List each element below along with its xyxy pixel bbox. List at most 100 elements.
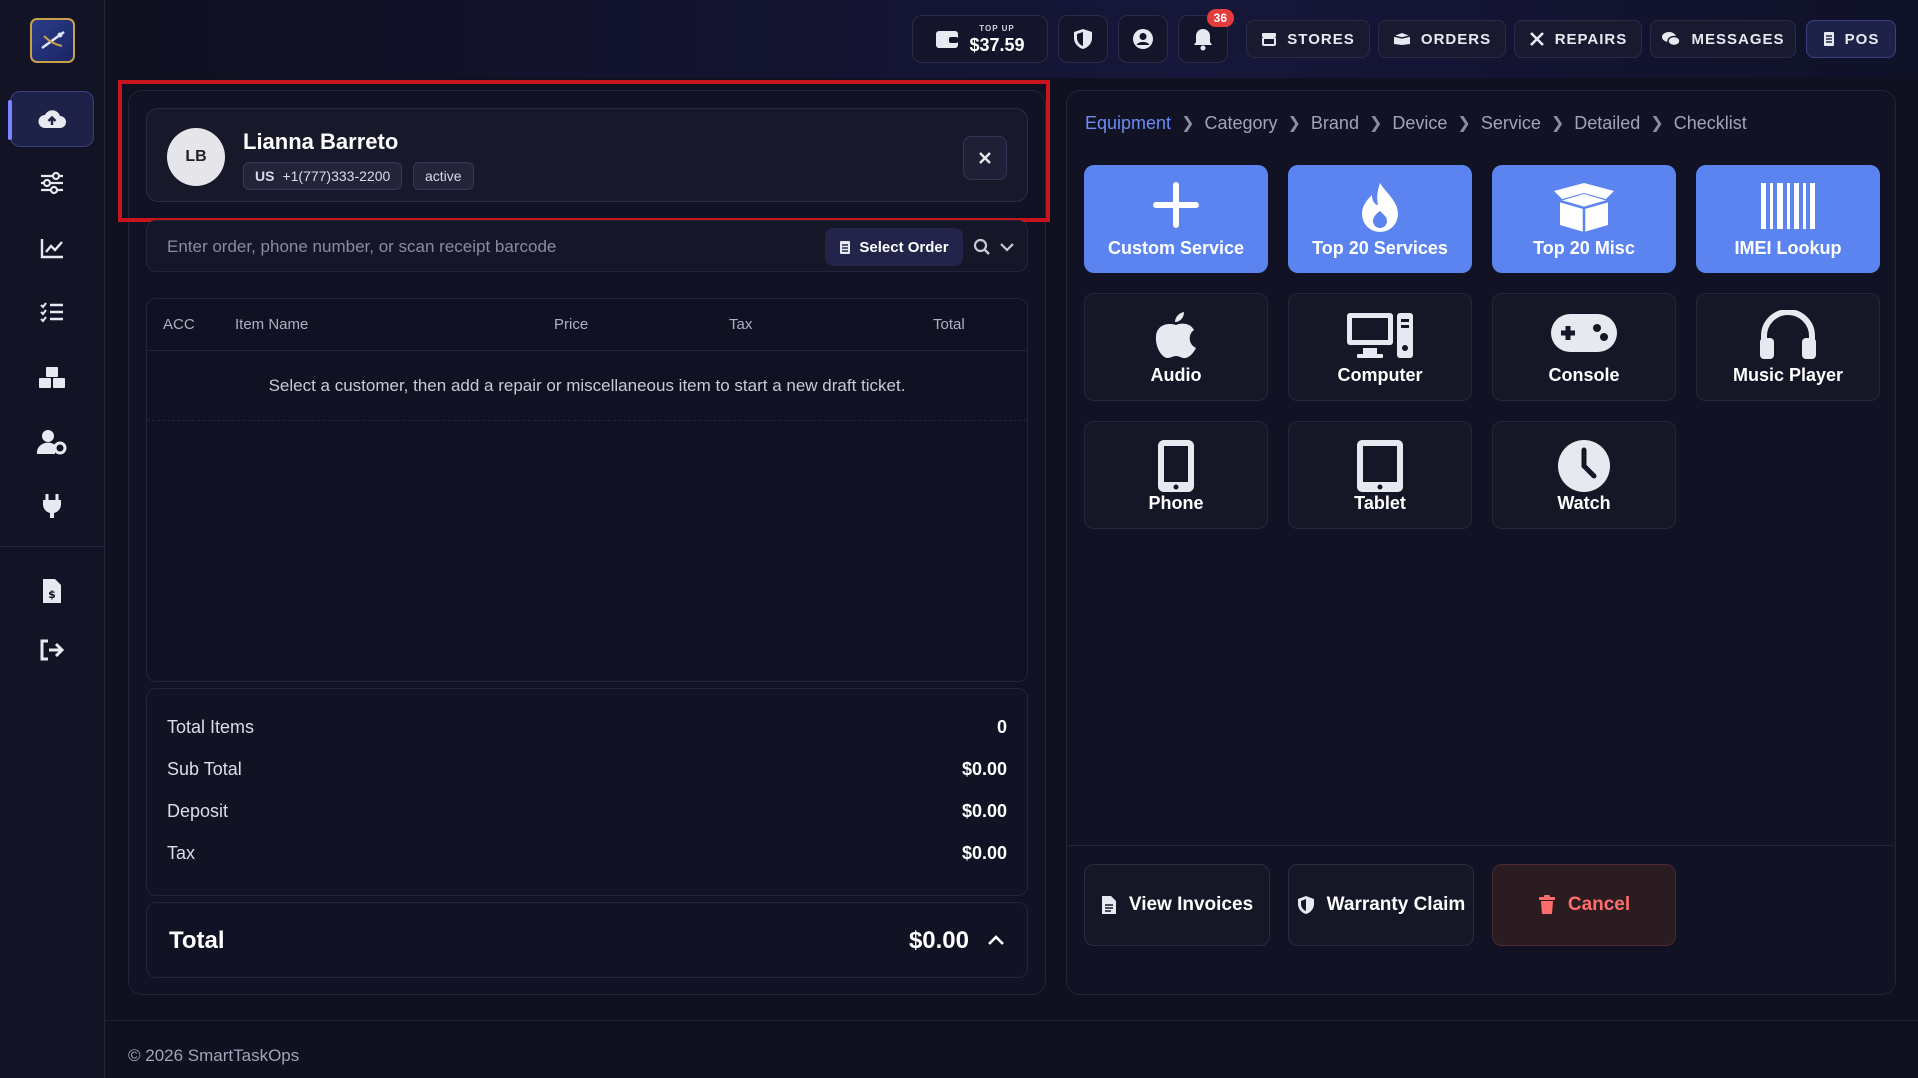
plug-icon xyxy=(43,494,61,518)
column-item-name: Item Name xyxy=(235,316,309,333)
sliders-icon xyxy=(41,171,63,195)
cancel-label: Cancel xyxy=(1567,894,1631,915)
breadcrumb: Equipment ❯ Category ❯ Brand ❯ Device ❯ … xyxy=(1085,110,1747,136)
cloud-upload-icon xyxy=(38,110,66,128)
chevron-up-icon[interactable] xyxy=(987,933,1005,947)
select-order-button[interactable]: Select Order xyxy=(825,228,963,266)
nav-pos-label: POS xyxy=(1844,30,1880,48)
chevron-right-icon: ❯ xyxy=(1287,115,1301,132)
messages-icon xyxy=(1662,32,1682,47)
store-icon xyxy=(1262,33,1277,46)
table-header: ACC Item Name Price Tax Total xyxy=(147,299,1027,351)
tile-label: Custom Service xyxy=(1107,238,1245,258)
chevron-right-icon: ❯ xyxy=(1550,115,1565,132)
tile-top-20-misc[interactable]: Top 20 Misc xyxy=(1492,165,1676,273)
tile-top-20-services[interactable]: Top 20 Services xyxy=(1288,165,1472,273)
sidebar: $ xyxy=(0,0,105,1078)
crumb-equipment[interactable]: Equipment xyxy=(1085,113,1171,134)
tile-imei-lookup[interactable]: IMEI Lookup xyxy=(1696,165,1880,273)
select-order-label: Select Order xyxy=(859,238,949,256)
sidebar-item-inventory[interactable] xyxy=(10,349,94,405)
tile-label: IMEI Lookup xyxy=(1734,238,1842,258)
column-tax: Tax xyxy=(729,316,753,333)
sidebar-item-analytics[interactable] xyxy=(10,220,94,276)
view-invoices-button[interactable]: View Invoices xyxy=(1084,864,1270,946)
sidebar-item-upload[interactable] xyxy=(8,91,94,147)
total-items-value: 0 xyxy=(996,717,1007,737)
tile-label: Top 20 Services xyxy=(1312,238,1448,258)
crumb-checklist[interactable]: Checklist xyxy=(1674,113,1747,134)
nav-orders[interactable]: ORDERS xyxy=(1378,20,1506,58)
receipt-icon xyxy=(840,240,851,254)
column-total: Total xyxy=(933,316,965,333)
tax-value: $0.00 xyxy=(961,843,1007,863)
tile-tablet[interactable]: Tablet xyxy=(1288,421,1472,529)
view-invoices-label: View Invoices xyxy=(1128,894,1254,915)
wallet-icon xyxy=(936,31,959,48)
document-icon xyxy=(1101,896,1116,914)
nav-pos[interactable]: POS xyxy=(1806,20,1896,58)
tile-custom-service[interactable]: Custom Service xyxy=(1084,165,1268,273)
tile-audio[interactable]: Audio xyxy=(1084,293,1268,401)
tile-label: Phone xyxy=(1148,493,1204,513)
nav-stores-label: STORES xyxy=(1287,30,1355,48)
order-search-bar: Select Order xyxy=(146,220,1028,273)
wallet-topup[interactable]: TOP UP $37.59 xyxy=(912,15,1048,63)
order-search-input[interactable] xyxy=(167,221,807,273)
chevron-down-icon[interactable] xyxy=(999,241,1015,253)
crumb-detailed[interactable]: Detailed xyxy=(1574,113,1640,134)
nav-repairs-label: REPAIRS xyxy=(1554,30,1628,48)
nav-messages[interactable]: MESSAGES xyxy=(1650,20,1796,58)
chevron-right-icon: ❯ xyxy=(1457,115,1471,132)
grand-total-bar[interactable]: Total $0.00 xyxy=(146,902,1028,978)
chevron-right-icon: ❯ xyxy=(1650,115,1664,132)
account-button[interactable] xyxy=(1118,15,1168,63)
tile-label: Console xyxy=(1548,365,1620,385)
sidebar-divider xyxy=(0,546,105,547)
checklist-icon xyxy=(40,302,63,323)
crumb-service[interactable]: Service xyxy=(1481,113,1541,134)
app-logo[interactable] xyxy=(30,18,75,63)
tile-label: Computer xyxy=(1337,365,1423,385)
totals-summary: Total Items 0 Sub Total $0.00 Deposit $0… xyxy=(146,688,1028,896)
tile-console[interactable]: Console xyxy=(1492,293,1676,401)
security-button[interactable] xyxy=(1058,15,1108,63)
sidebar-item-invoices[interactable]: $ xyxy=(10,563,94,619)
sidebar-item-users[interactable] xyxy=(10,414,94,470)
crumb-brand[interactable]: Brand xyxy=(1311,113,1359,134)
highlight-box xyxy=(118,80,1050,222)
tile-label: Audio xyxy=(1150,365,1202,385)
sidebar-item-settings[interactable] xyxy=(10,155,94,211)
notifications-button[interactable]: 36 xyxy=(1178,9,1234,63)
tile-computer[interactable]: Computer xyxy=(1288,293,1472,401)
apple-icon xyxy=(1155,312,1196,359)
user-circle-icon xyxy=(1133,29,1153,49)
tile-watch[interactable]: Watch xyxy=(1492,421,1676,529)
nav-repairs[interactable]: REPAIRS xyxy=(1514,20,1642,58)
orders-icon xyxy=(1393,33,1411,45)
sidebar-item-tasks[interactable] xyxy=(10,284,94,340)
tile-label: Top 20 Misc xyxy=(1533,238,1635,258)
sidebar-item-integrations[interactable] xyxy=(10,478,94,534)
bell-icon xyxy=(1194,29,1212,51)
cancel-button[interactable]: Cancel xyxy=(1492,864,1676,946)
nav-stores[interactable]: STORES xyxy=(1246,20,1370,58)
user-gear-icon xyxy=(37,430,67,455)
crumb-device[interactable]: Device xyxy=(1392,113,1447,134)
tile-music-player[interactable]: Music Player xyxy=(1696,293,1880,401)
logout-icon xyxy=(40,639,65,661)
barcode-icon xyxy=(1761,183,1815,229)
grand-total-label: Total xyxy=(169,927,225,954)
pos-icon xyxy=(1823,32,1834,46)
warranty-claim-button[interactable]: Warranty Claim xyxy=(1288,864,1474,946)
tile-phone[interactable]: Phone xyxy=(1084,421,1268,529)
search-icon[interactable] xyxy=(973,238,991,256)
sidebar-item-logout[interactable] xyxy=(10,622,94,678)
deposit-label: Deposit xyxy=(167,801,229,821)
phone-icon xyxy=(1158,440,1194,492)
nav-orders-label: ORDERS xyxy=(1420,30,1492,48)
chevron-right-icon: ❯ xyxy=(1368,115,1383,132)
total-items-row: Total Items 0 xyxy=(167,717,1007,738)
crumb-category[interactable]: Category xyxy=(1204,113,1277,134)
clock-icon xyxy=(1558,440,1610,492)
